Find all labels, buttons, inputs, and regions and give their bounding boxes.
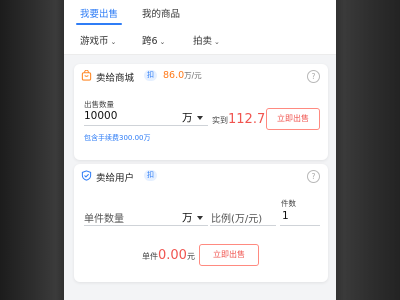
chevron-down-icon: ⌄ [110,38,117,46]
filter-game-currency[interactable]: 游戏币 ⌄ [80,33,116,47]
unit-price: 单件0.00元 [142,248,195,263]
ratio-input[interactable]: 比例(万/元) [210,209,276,226]
dropdown-arrow-icon [197,116,203,120]
count-input[interactable]: 1 [280,209,320,226]
filter-label: 跨6 [142,36,158,47]
ratio-placeholder: 比例(万/元) [211,214,263,225]
filter-label: 拍卖 [193,36,213,47]
sell-to-users-card: 卖给用户 扣 ? 件数 单件数量 万 比例(万/元) 1 单件0.00元 立即出… [74,164,328,282]
qty-input[interactable]: 10000 万 [84,109,208,126]
sell-now-button[interactable]: 立即出售 [199,244,259,266]
unit-select[interactable]: 万 [182,110,193,125]
receive-prefix: 实到 [212,116,228,125]
deduct-badge: 扣 [144,170,157,181]
filter-bar: 游戏币 ⌄ 跨6 ⌄ 拍卖 ⌄ [64,26,336,55]
card-title: 卖给商城 [96,73,135,84]
price-unit: 万/元 [184,71,202,80]
tab-sell[interactable]: 我要出售 [80,6,118,20]
unit-price-value: 0.00 [158,248,187,263]
count-value: 1 [282,210,289,222]
help-icon[interactable]: ? [307,70,320,83]
unit-select[interactable]: 万 [182,210,193,225]
unit-qty-placeholder: 单件数量 [84,214,124,225]
top-tabs: 我要出售 我的商品 [64,0,336,26]
dropdown-arrow-icon [197,216,203,220]
help-icon[interactable]: ? [307,170,320,183]
sell-to-mall-card: 卖给商城 扣 86.0万/元 ? 出售数量 10000 万 实到112.79元 … [74,64,328,160]
mall-price: 86.0万/元 [163,70,202,81]
shop-bag-icon [81,70,92,81]
price-value: 86.0 [163,70,185,81]
chevron-down-icon: ⌄ [214,38,220,46]
tab-my-items[interactable]: 我的商品 [142,6,180,20]
count-label: 件数 [281,199,296,208]
unit-price-suffix: 元 [186,252,195,261]
chevron-down-icon: ⌄ [159,38,166,46]
filter-label: 游戏币 [80,36,109,47]
unit-price-prefix: 单件 [142,252,158,261]
filter-server[interactable]: 跨6 ⌄ [142,33,165,47]
sell-now-button[interactable]: 立即出售 [266,108,320,130]
fee-note: 包含手续费300.00万 [84,134,151,142]
card-title: 卖给用户 [96,173,135,184]
deduct-badge: 扣 [144,70,157,81]
filter-auction[interactable]: 拍卖 ⌄ [193,33,220,47]
active-tab-indicator [76,23,122,25]
unit-qty-input[interactable]: 单件数量 万 [84,209,208,226]
app-screen: 我要出售 我的商品 游戏币 ⌄ 跨6 ⌄ 拍卖 ⌄ 卖给商城 扣 86.0万/元 ? … [64,0,336,300]
shield-check-icon [81,170,92,181]
qty-value: 10000 [84,110,118,122]
